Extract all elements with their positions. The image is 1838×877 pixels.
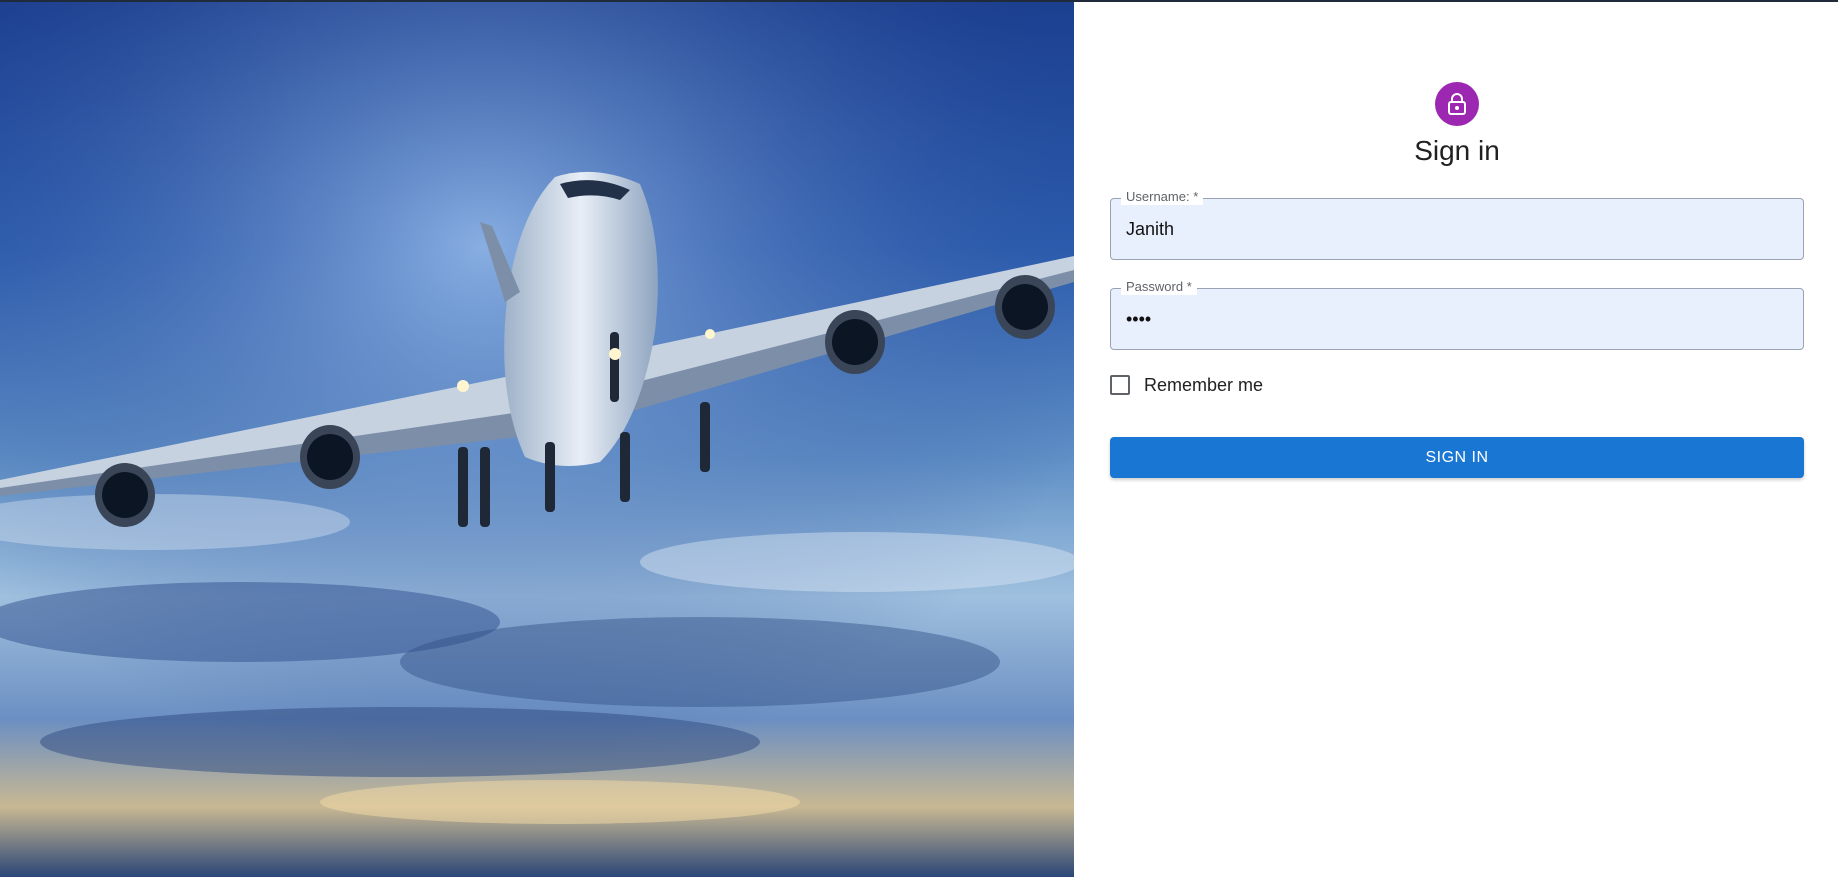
lock-avatar	[1435, 82, 1479, 126]
hero-image	[0, 2, 1074, 877]
password-field[interactable]: Password * ••••	[1110, 279, 1804, 350]
remember-me-label[interactable]: Remember me	[1144, 375, 1263, 396]
lock-icon	[1448, 93, 1466, 115]
remember-me-checkbox[interactable]	[1110, 375, 1130, 395]
username-field[interactable]: Username: * Janith	[1110, 189, 1804, 260]
page-title: Sign in	[1414, 135, 1500, 166]
username-value: Janith	[1126, 219, 1175, 239]
password-value: ••••	[1126, 309, 1152, 329]
remember-me-row: Remember me	[1110, 374, 1804, 396]
sign-in-form: Sign in Username: * Janith Password * ••…	[1110, 82, 1804, 478]
sign-in-page: Sign in Username: * Janith Password * ••…	[0, 0, 1838, 877]
sign-in-panel: Sign in Username: * Janith Password * ••…	[1074, 2, 1838, 877]
sign-in-button[interactable]: SIGN IN	[1110, 437, 1804, 478]
